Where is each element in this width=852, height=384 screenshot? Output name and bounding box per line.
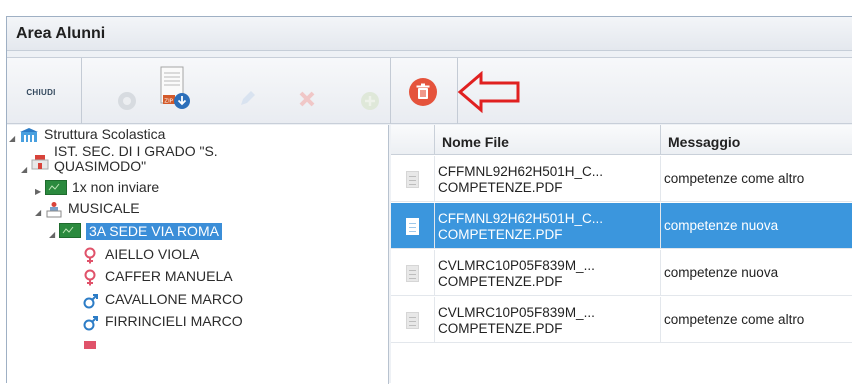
toolbar: CHIUDI ZIP [7,57,852,124]
tree-node-student[interactable]: CAVALLONE MARCO [83,292,243,313]
tree-node-student[interactable]: AIELLO VIOLA [83,247,199,268]
message-cell: competenze nuova [661,203,852,249]
tree-label-selected-class: 3A SEDE VIA ROMA [86,223,222,240]
red-arrow-icon [457,70,523,118]
expander-icon[interactable]: ◢ [9,131,19,146]
tree-node-student[interactable]: FIRRINCIELI MARCO [83,314,243,335]
circle-icon [112,86,142,116]
document-icon [391,203,435,249]
window-title: Area Alunni [7,17,852,51]
table-row-selected[interactable]: CFFMNL92H62H501H_C... COMPETENZE.PDF com… [391,203,852,249]
school-structure-tree: ◢ Struttura Scolastica ◢ IST. SEC. DI I … [7,125,389,384]
column-header-messaggio[interactable]: Messaggio [661,125,852,155]
message-cell: competenze come altro [661,156,852,202]
female-icon [83,269,97,290]
group-icon [45,201,63,221]
column-header-nome-file[interactable]: Nome File [435,125,661,155]
document-icon [391,156,435,202]
tree-node-selected-class[interactable]: ◢ 3A SEDE VIA ROMA [49,223,222,242]
male-icon [83,292,99,313]
table-row[interactable]: CVLMRC10P05F839M_... COMPETENZE.PDF comp… [391,297,852,343]
chiudi-button[interactable]: CHIUDI [11,80,71,104]
file-name-cell: CFFMNL92H62H501H_C... COMPETENZE.PDF [435,156,661,202]
female-icon [83,247,97,268]
toolbar-separator [81,58,82,124]
student-icon [83,337,97,352]
message-cell: competenze come altro [661,297,852,343]
tree-label-school: IST. SEC. DI I GRADO "S. QUASIMODO" [54,143,218,174]
tree-label-class: 1x non inviare [72,179,160,195]
student-name: CAFFER MANUELA [105,268,233,284]
files-grid: Nome File Messaggio CFFMNL92H62H501H_C..… [391,125,852,384]
tree-label-root: Struttura Scolastica [44,126,166,142]
file-name-cell: CVLMRC10P05F839M_... COMPETENZE.PDF [435,250,661,296]
trash-button[interactable] [407,76,439,108]
toolbar-separator [390,58,391,124]
area-alunni-window: Area Alunni CHIUDI ZIP ◢ Struttura Scola… [6,16,852,384]
male-icon [83,314,99,335]
document-icon [391,297,435,343]
school-icon [31,154,49,173]
grid-header-icon-col [391,125,435,155]
pencil-icon [232,84,262,114]
tree-node-student-partial[interactable] [83,337,102,352]
tree-label-group: MUSICALE [68,200,140,216]
expander-icon[interactable]: ◢ [35,205,45,220]
zip-download-icon[interactable]: ZIP [157,65,193,117]
expander-icon[interactable]: ◢ [49,227,59,242]
svg-text:ZIP: ZIP [164,99,173,105]
add-icon [355,86,385,116]
document-icon [391,250,435,296]
file-name-cell: CVLMRC10P05F839M_... COMPETENZE.PDF [435,297,661,343]
student-name: AIELLO VIOLA [105,246,200,262]
student-name: CAVALLONE MARCO [105,291,243,307]
blackboard-icon [45,180,67,198]
trash-icon [409,78,437,106]
expander-icon[interactable]: ◢ [21,162,31,177]
file-name-cell: CFFMNL92H62H501H_C... COMPETENZE.PDF [435,203,661,249]
message-cell: competenze nuova [661,250,852,296]
x-icon [292,84,322,114]
table-row[interactable]: CVLMRC10P05F839M_... COMPETENZE.PDF comp… [391,250,852,296]
student-name: FIRRINCIELI MARCO [105,313,243,329]
tree-node-student[interactable]: CAFFER MANUELA [83,269,233,290]
blackboard-icon [59,223,81,241]
tree-node-class[interactable]: ▶ 1x non inviare [35,180,159,199]
tree-node-school[interactable]: ◢ IST. SEC. DI I GRADO "S. QUASIMODO" [21,144,218,177]
grid-header: Nome File Messaggio [391,125,852,155]
tree-node-group[interactable]: ◢ MUSICALE [35,201,140,221]
expander-icon[interactable]: ▶ [35,184,45,199]
table-row[interactable]: CFFMNL92H62H501H_C... COMPETENZE.PDF com… [391,156,852,202]
